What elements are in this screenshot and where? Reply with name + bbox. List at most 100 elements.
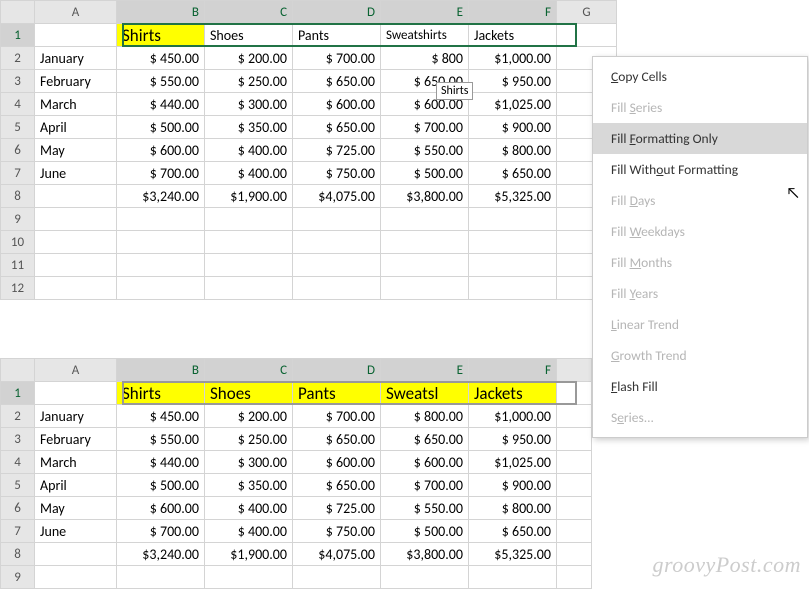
- cell[interactable]: $ 900.00: [469, 474, 557, 497]
- cell[interactable]: $ 400.00: [205, 139, 293, 162]
- cell[interactable]: $ 200.00: [205, 47, 293, 70]
- cell[interactable]: $ 450.00: [117, 405, 205, 428]
- cell[interactable]: $ 300.00: [205, 451, 293, 474]
- spreadsheet-top[interactable]: A B C D E F G 1ShirtsShoesPantsSweatshir…: [0, 0, 617, 300]
- cell-header[interactable]: Jackets: [469, 24, 557, 47]
- cell[interactable]: $ 700.00: [293, 405, 381, 428]
- cell[interactable]: $ 950.00: [469, 70, 557, 93]
- cell[interactable]: $ 200.00: [205, 405, 293, 428]
- cell[interactable]: $ 700.00: [117, 162, 205, 185]
- row-header-1[interactable]: 1: [1, 382, 35, 405]
- row-header-10[interactable]: 10: [1, 231, 35, 254]
- cell[interactable]: $ 750.00: [293, 520, 381, 543]
- cell[interactable]: $ 500.00: [381, 520, 469, 543]
- col-header-G[interactable]: G: [557, 1, 617, 24]
- cell[interactable]: $ 450.00: [117, 47, 205, 70]
- cell[interactable]: [35, 24, 117, 47]
- col-header-blank[interactable]: [557, 359, 592, 382]
- cell-month[interactable]: June: [35, 162, 117, 185]
- cell[interactable]: $ 700.00: [117, 520, 205, 543]
- cell[interactable]: $1,000.00: [469, 47, 557, 70]
- cell[interactable]: $ 600.00: [381, 451, 469, 474]
- cell-header[interactable]: Shoes: [205, 382, 293, 405]
- cell[interactable]: $ 500.00: [117, 116, 205, 139]
- row-header-4[interactable]: 4: [1, 93, 35, 116]
- cell-month[interactable]: March: [35, 93, 117, 116]
- col-header-B[interactable]: B: [117, 1, 205, 24]
- cell[interactable]: $ 650.00: [293, 428, 381, 451]
- cell-month[interactable]: February: [35, 428, 117, 451]
- cell-total[interactable]: $3,800.00: [381, 185, 469, 208]
- cell-header[interactable]: Jackets: [469, 382, 557, 405]
- row-header-11[interactable]: 11: [1, 254, 35, 277]
- row-header-5[interactable]: 5: [1, 116, 35, 139]
- select-all-corner[interactable]: [1, 359, 35, 382]
- cell-total[interactable]: $5,325.00: [469, 185, 557, 208]
- cell[interactable]: $ 650.00: [293, 116, 381, 139]
- cell[interactable]: $ 300.00: [205, 93, 293, 116]
- cell[interactable]: $ 750.00: [293, 162, 381, 185]
- row-header-6[interactable]: 6: [1, 139, 35, 162]
- col-header-A[interactable]: A: [35, 1, 117, 24]
- col-header-F[interactable]: F: [469, 359, 557, 382]
- cell[interactable]: $ 725.00: [293, 497, 381, 520]
- cell[interactable]: $ 550.00: [117, 428, 205, 451]
- cell-header[interactable]: Shoes: [205, 24, 293, 47]
- row-header-3[interactable]: 3: [1, 70, 35, 93]
- col-header-E[interactable]: E: [381, 1, 469, 24]
- row-header-2[interactable]: 2: [1, 405, 35, 428]
- cell[interactable]: $ 800.00: [381, 405, 469, 428]
- menu-item-copy-cells[interactable]: Copy Cells: [593, 61, 807, 92]
- cell[interactable]: $ 550.00: [117, 70, 205, 93]
- cell-header-shirts[interactable]: Shirts: [117, 24, 205, 47]
- row-header-9[interactable]: 9: [1, 208, 35, 231]
- cell-header[interactable]: Pants: [293, 24, 381, 47]
- cell-total[interactable]: $1,900.00: [205, 543, 293, 566]
- menu-item-fill-formatting-only[interactable]: Fill Formatting Only: [593, 123, 807, 154]
- cell-total[interactable]: $3,240.00: [117, 543, 205, 566]
- cell-header[interactable]: Sweatsl: [381, 382, 469, 405]
- cell[interactable]: $1,025.00: [469, 93, 557, 116]
- cell-month[interactable]: January: [35, 47, 117, 70]
- cell[interactable]: $ 600.00: [293, 93, 381, 116]
- cell[interactable]: $ 650.00: [293, 474, 381, 497]
- cell[interactable]: $1,025.00: [469, 451, 557, 474]
- cell-month[interactable]: May: [35, 139, 117, 162]
- menu-item-flash-fill[interactable]: Flash Fill: [593, 371, 807, 402]
- cell[interactable]: $ 800: [381, 47, 469, 70]
- cell[interactable]: $ 250.00: [205, 70, 293, 93]
- cell-month[interactable]: May: [35, 497, 117, 520]
- cell[interactable]: $ 500.00: [381, 162, 469, 185]
- col-header-B[interactable]: B: [117, 359, 205, 382]
- cell[interactable]: $ 440.00: [117, 451, 205, 474]
- cell-header[interactable]: Sweatshirts: [381, 24, 469, 47]
- cell-total[interactable]: $4,075.00: [293, 543, 381, 566]
- row-header-7[interactable]: 7: [1, 520, 35, 543]
- col-header-F[interactable]: F: [469, 1, 557, 24]
- cell-month[interactable]: April: [35, 474, 117, 497]
- cell[interactable]: $ 350.00: [205, 474, 293, 497]
- row-header-9[interactable]: 9: [1, 566, 35, 589]
- cell-month[interactable]: February: [35, 70, 117, 93]
- cell[interactable]: $ 700.00: [381, 116, 469, 139]
- cell-header[interactable]: Pants: [293, 382, 381, 405]
- cell[interactable]: $ 650.00: [381, 428, 469, 451]
- cell[interactable]: $ 950.00: [469, 428, 557, 451]
- cell-month[interactable]: April: [35, 116, 117, 139]
- row-header-12[interactable]: 12: [1, 277, 35, 300]
- menu-item-fill-without-formatting[interactable]: Fill Without Formatting: [593, 154, 807, 185]
- cell[interactable]: $ 350.00: [205, 116, 293, 139]
- cell[interactable]: $ 500.00: [117, 474, 205, 497]
- row-header-8[interactable]: 8: [1, 185, 35, 208]
- cell-total[interactable]: $1,900.00: [205, 185, 293, 208]
- cell[interactable]: $ 650.00: [293, 70, 381, 93]
- cell-total[interactable]: $3,800.00: [381, 543, 469, 566]
- cell-total[interactable]: $3,240.00: [117, 185, 205, 208]
- row-header-1[interactable]: 1: [1, 24, 35, 47]
- cell[interactable]: $ 725.00: [293, 139, 381, 162]
- cell[interactable]: [35, 185, 117, 208]
- cell-header[interactable]: Shirts: [117, 382, 205, 405]
- cell[interactable]: $1,000.00: [469, 405, 557, 428]
- cell-month[interactable]: March: [35, 451, 117, 474]
- col-header-D[interactable]: D: [293, 1, 381, 24]
